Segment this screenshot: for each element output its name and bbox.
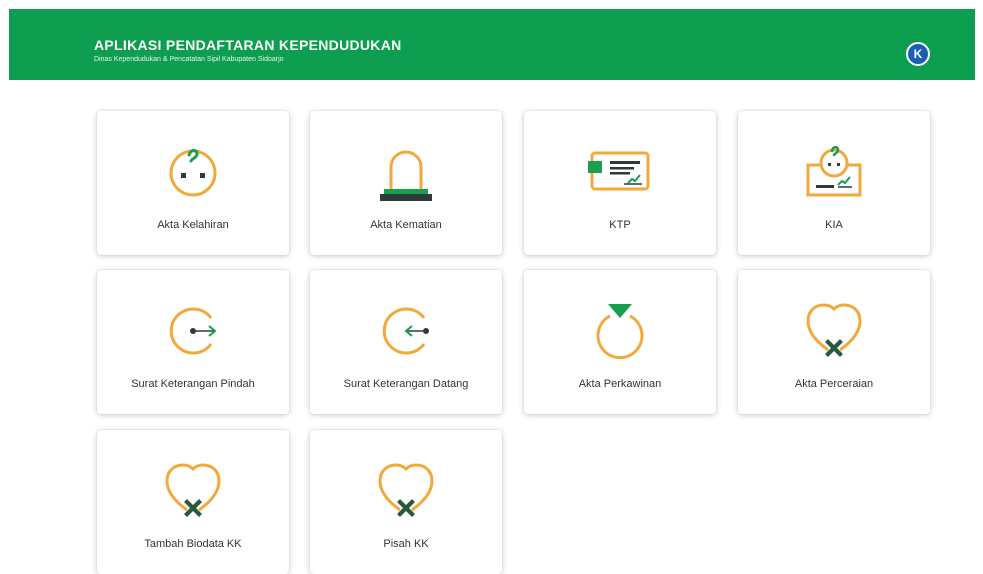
menu-card-surat-keterangan-datang[interactable]: Surat Keterangan Datang — [310, 270, 502, 414]
user-avatar-button[interactable]: K — [906, 42, 930, 66]
child-id-card-icon — [794, 129, 874, 209]
move-out-icon — [153, 288, 233, 368]
app-title: APLIKASI PENDAFTARAN KEPENDUDUKAN — [94, 37, 402, 53]
menu-card-surat-keterangan-pindah[interactable]: Surat Keterangan Pindah — [97, 270, 289, 414]
app-subtitle: Dinas Kependudukan & Pencatatan Sipil Ka… — [94, 56, 284, 63]
menu-card-label: Akta Kelahiran — [157, 219, 229, 231]
app-header: APLIKASI PENDAFTARAN KEPENDUDUKAN Dinas … — [9, 9, 975, 80]
menu-card-label: Surat Keterangan Datang — [343, 378, 469, 390]
menu-card-label: Tambah Biodata KK — [144, 538, 242, 550]
menu-card-ktp[interactable]: KTP — [524, 111, 716, 255]
broken-heart-icon — [366, 448, 446, 528]
menu-card-akta-perkawinan[interactable]: Akta Perkawinan — [524, 270, 716, 414]
menu-card-label: Pisah KK — [383, 538, 429, 550]
baby-face-icon — [153, 129, 233, 209]
menu-card-label: Akta Perkawinan — [578, 378, 662, 390]
menu-card-label: Akta Perceraian — [794, 378, 874, 390]
ring-icon — [580, 288, 660, 368]
menu-card-akta-kematian[interactable]: Akta Kematian — [310, 111, 502, 255]
move-in-icon — [366, 288, 446, 368]
broken-heart-icon — [153, 448, 233, 528]
tombstone-icon — [366, 129, 446, 209]
menu-card-akta-kelahiran[interactable]: Akta Kelahiran — [97, 111, 289, 255]
menu-card-pisah-kk[interactable]: Pisah KK — [310, 430, 502, 574]
broken-heart-icon — [794, 288, 874, 368]
menu-card-label: Surat Keterangan Pindah — [131, 378, 255, 390]
menu-card-tambah-biodata-kk[interactable]: Tambah Biodata KK — [97, 430, 289, 574]
menu-card-label: KTP — [609, 219, 631, 231]
menu-card-label: KIA — [825, 219, 843, 231]
id-card-icon — [580, 129, 660, 209]
menu-card-label: Akta Kematian — [370, 219, 442, 231]
menu-card-akta-perceraian[interactable]: Akta Perceraian — [738, 270, 930, 414]
menu-card-kia[interactable]: KIA — [738, 111, 930, 255]
